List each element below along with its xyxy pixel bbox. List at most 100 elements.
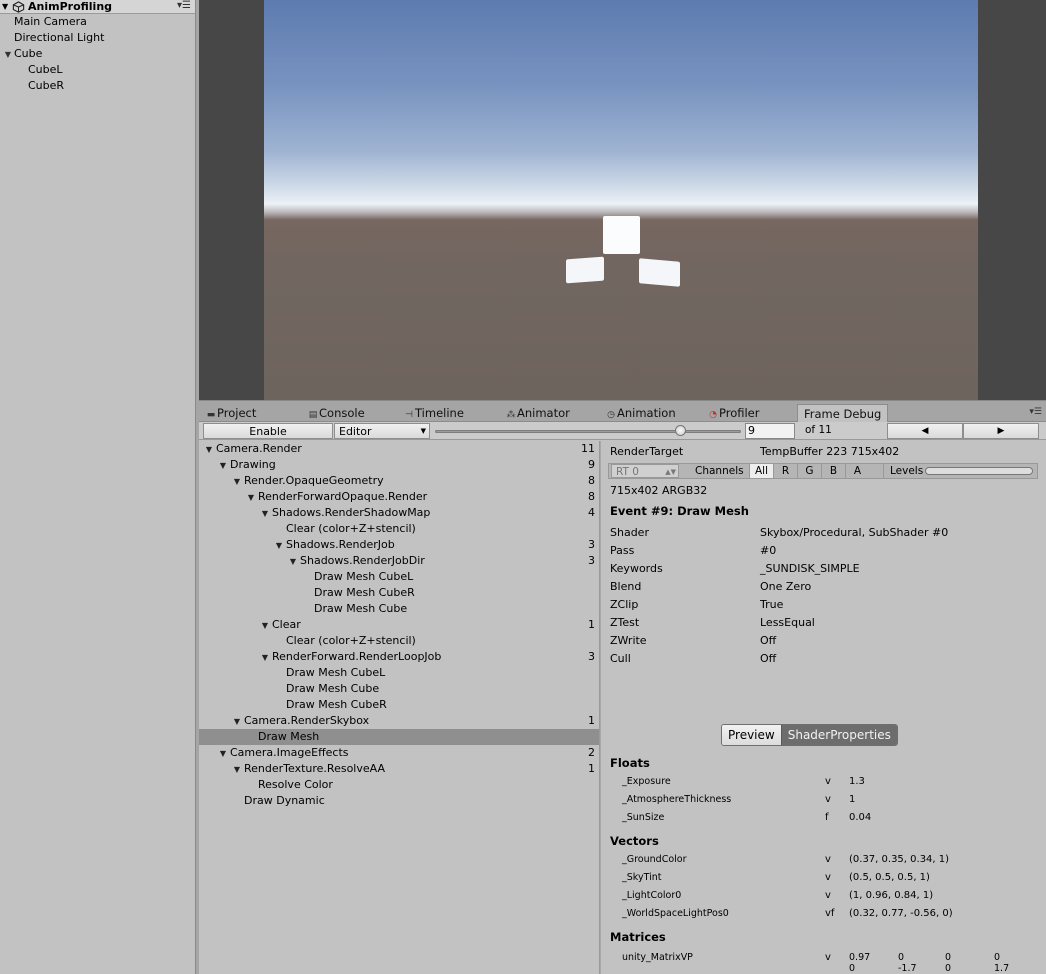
hierarchy-item[interactable]: ▼ Cube [0, 46, 195, 62]
property-value: 1.3 [849, 776, 865, 787]
matrix-cell: 0 [945, 952, 952, 963]
event-tree-label: RenderTexture.ResolveAA [244, 762, 385, 775]
expand-arrow-icon[interactable]: ▼ [2, 47, 14, 63]
tab-frame-debug[interactable]: Frame Debug [797, 404, 889, 423]
expand-arrow-icon[interactable]: ▼ [230, 714, 244, 730]
event-tree-row[interactable]: ▼ RenderForward.RenderLoopJob 3 [199, 649, 599, 665]
hierarchy-item[interactable]: Main Camera [0, 14, 195, 30]
expand-arrow-icon[interactable]: ▼ [272, 538, 286, 554]
channel-g-button[interactable]: G [797, 464, 821, 478]
expand-arrow-icon[interactable]: ▼ [202, 442, 216, 458]
event-tree-row[interactable]: Draw Mesh Cube [199, 681, 599, 697]
event-tree-row[interactable]: Draw Mesh CubeL [199, 569, 599, 585]
property-value: (0.5, 0.5, 0.5, 1) [849, 872, 930, 883]
expand-arrow-icon[interactable]: ▼ [230, 474, 244, 490]
expand-arrow-icon[interactable]: ▼ [286, 554, 300, 570]
tab-timeline[interactable]: ⊣ Timeline [403, 405, 464, 422]
property-value: (0.37, 0.35, 0.34, 1) [849, 854, 950, 865]
property-type: v [825, 794, 831, 805]
expand-arrow-icon[interactable]: ▼ [216, 458, 230, 474]
expand-arrow-icon[interactable]: ▼ [230, 762, 244, 778]
prev-event-button[interactable]: ◀ [887, 423, 963, 439]
event-tree-row[interactable]: ▼ Render.OpaqueGeometry 8 [199, 473, 599, 489]
property-type: vf [825, 908, 835, 919]
state-value: Off [760, 634, 777, 647]
channel-all-button[interactable]: All [749, 464, 773, 478]
render-target-value: TempBuffer 223 715x402 [760, 445, 900, 458]
event-count: 9 [588, 458, 595, 471]
event-index-field[interactable]: 9 [745, 423, 795, 439]
event-tree-label: Resolve Color [258, 778, 333, 791]
hierarchy-item-label: CubeR [28, 79, 65, 92]
event-tree-label: Camera.Render [216, 442, 302, 455]
matrix-cell: 1.7 [994, 963, 1010, 974]
channels-label: Channels [695, 465, 744, 477]
event-title: Event #9: Draw Mesh [610, 504, 749, 518]
event-tree-row[interactable]: ▼ Clear 1 [199, 617, 599, 633]
expand-arrow-icon[interactable]: ▼ [244, 490, 258, 506]
channel-a-button[interactable]: A [845, 464, 869, 478]
levels-slider[interactable] [925, 467, 1033, 475]
expand-arrow-icon[interactable]: ▼ [258, 506, 272, 522]
event-tree-row[interactable]: ▼ Camera.ImageEffects 2 [199, 745, 599, 761]
state-key: Shader [610, 526, 649, 539]
property-name: _GroundColor [622, 854, 687, 865]
channel-b-button[interactable]: B [821, 464, 845, 478]
event-tree-row[interactable]: Resolve Color [199, 777, 599, 793]
matrix-cell: 0 [994, 952, 1001, 963]
event-tree-row[interactable]: Clear (color+Z+stencil) [199, 633, 599, 649]
target-dropdown[interactable]: Editor ▼ [334, 423, 430, 439]
hierarchy-scene-header[interactable]: ▼ AnimProfiling ▾☰ [0, 0, 195, 14]
event-tree: ▼ Camera.Render 11 ▼ Drawing 9 ▼ Render.OpaqueG… [199, 441, 599, 974]
event-tree-row[interactable]: ▼ Drawing 9 [199, 457, 599, 473]
event-tree-row[interactable]: ▼ Shadows.RenderJobDir 3 [199, 553, 599, 569]
event-tree-label: Clear (color+Z+stencil) [286, 522, 416, 535]
event-tree-row[interactable]: ▼ Camera.Render 11 [199, 441, 599, 457]
event-tree-row[interactable]: Draw Mesh CubeR [199, 697, 599, 713]
hierarchy-item[interactable]: CubeR [0, 78, 195, 94]
event-tree-row[interactable]: Draw Mesh CubeR [199, 585, 599, 601]
hierarchy-item[interactable]: Directional Light [0, 30, 195, 46]
event-tree-row[interactable]: ▼ RenderTexture.ResolveAA 1 [199, 761, 599, 777]
state-value: #0 [760, 544, 777, 557]
event-tree-row[interactable]: ▼ Camera.RenderSkybox 1 [199, 713, 599, 729]
event-tree-row[interactable]: Draw Mesh [199, 729, 599, 745]
tab-profiler[interactable]: ◔ Profiler [707, 405, 759, 422]
property-name: _AtmosphereThickness [622, 794, 732, 805]
tab-animation[interactable]: ◷ Animation [605, 405, 676, 422]
expand-arrow-icon[interactable]: ▼ [2, 2, 12, 11]
event-tree-row[interactable]: ▼ Shadows.RenderJob 3 [199, 537, 599, 553]
preview-button[interactable]: Preview [722, 725, 781, 745]
tab-animator[interactable]: ⁂ Animator [505, 405, 570, 422]
event-slider-thumb[interactable] [674, 425, 686, 436]
expand-arrow-icon[interactable]: ▼ [258, 618, 272, 634]
event-count: 3 [588, 554, 595, 567]
hierarchy-item[interactable]: CubeL [0, 62, 195, 78]
state-key: ZTest [610, 616, 640, 629]
hierarchy-menu-icon[interactable]: ▾☰ [177, 0, 191, 11]
hierarchy-item-label: Directional Light [14, 31, 105, 44]
event-tree-row[interactable]: ▼ Shadows.RenderShadowMap 4 [199, 505, 599, 521]
channel-r-button[interactable]: R [773, 464, 797, 478]
expand-arrow-icon[interactable]: ▼ [258, 650, 272, 666]
shader-properties-button[interactable]: ShaderProperties [780, 725, 897, 745]
floats-title: Floats [610, 756, 650, 770]
event-slider[interactable] [435, 430, 741, 433]
game-view[interactable] [199, 0, 1046, 400]
property-value: 0.04 [849, 812, 872, 823]
expand-arrow-icon[interactable]: ▼ [216, 746, 230, 762]
property-type: v [825, 872, 831, 883]
game-viewport[interactable] [264, 0, 978, 400]
event-tree-row[interactable]: Draw Mesh CubeL [199, 665, 599, 681]
rt-dropdown[interactable]: RT 0 ▲▼ [611, 464, 679, 478]
tab-project[interactable]: ▬ Project [205, 405, 257, 422]
event-tree-row[interactable]: Draw Mesh Cube [199, 601, 599, 617]
event-tree-row[interactable]: ▼ RenderForwardOpaque.Render 8 [199, 489, 599, 505]
next-event-button[interactable]: ▶ [963, 423, 1039, 439]
event-tree-row[interactable]: Clear (color+Z+stencil) [199, 521, 599, 537]
event-tree-row[interactable]: Draw Dynamic [199, 793, 599, 809]
tab-console[interactable]: ▤ Console [307, 405, 365, 422]
window-menu-icon[interactable]: ▾☰ [1029, 407, 1042, 417]
enable-button[interactable]: Enable [203, 423, 333, 439]
event-tree-label: RenderForward.RenderLoopJob [272, 650, 442, 663]
